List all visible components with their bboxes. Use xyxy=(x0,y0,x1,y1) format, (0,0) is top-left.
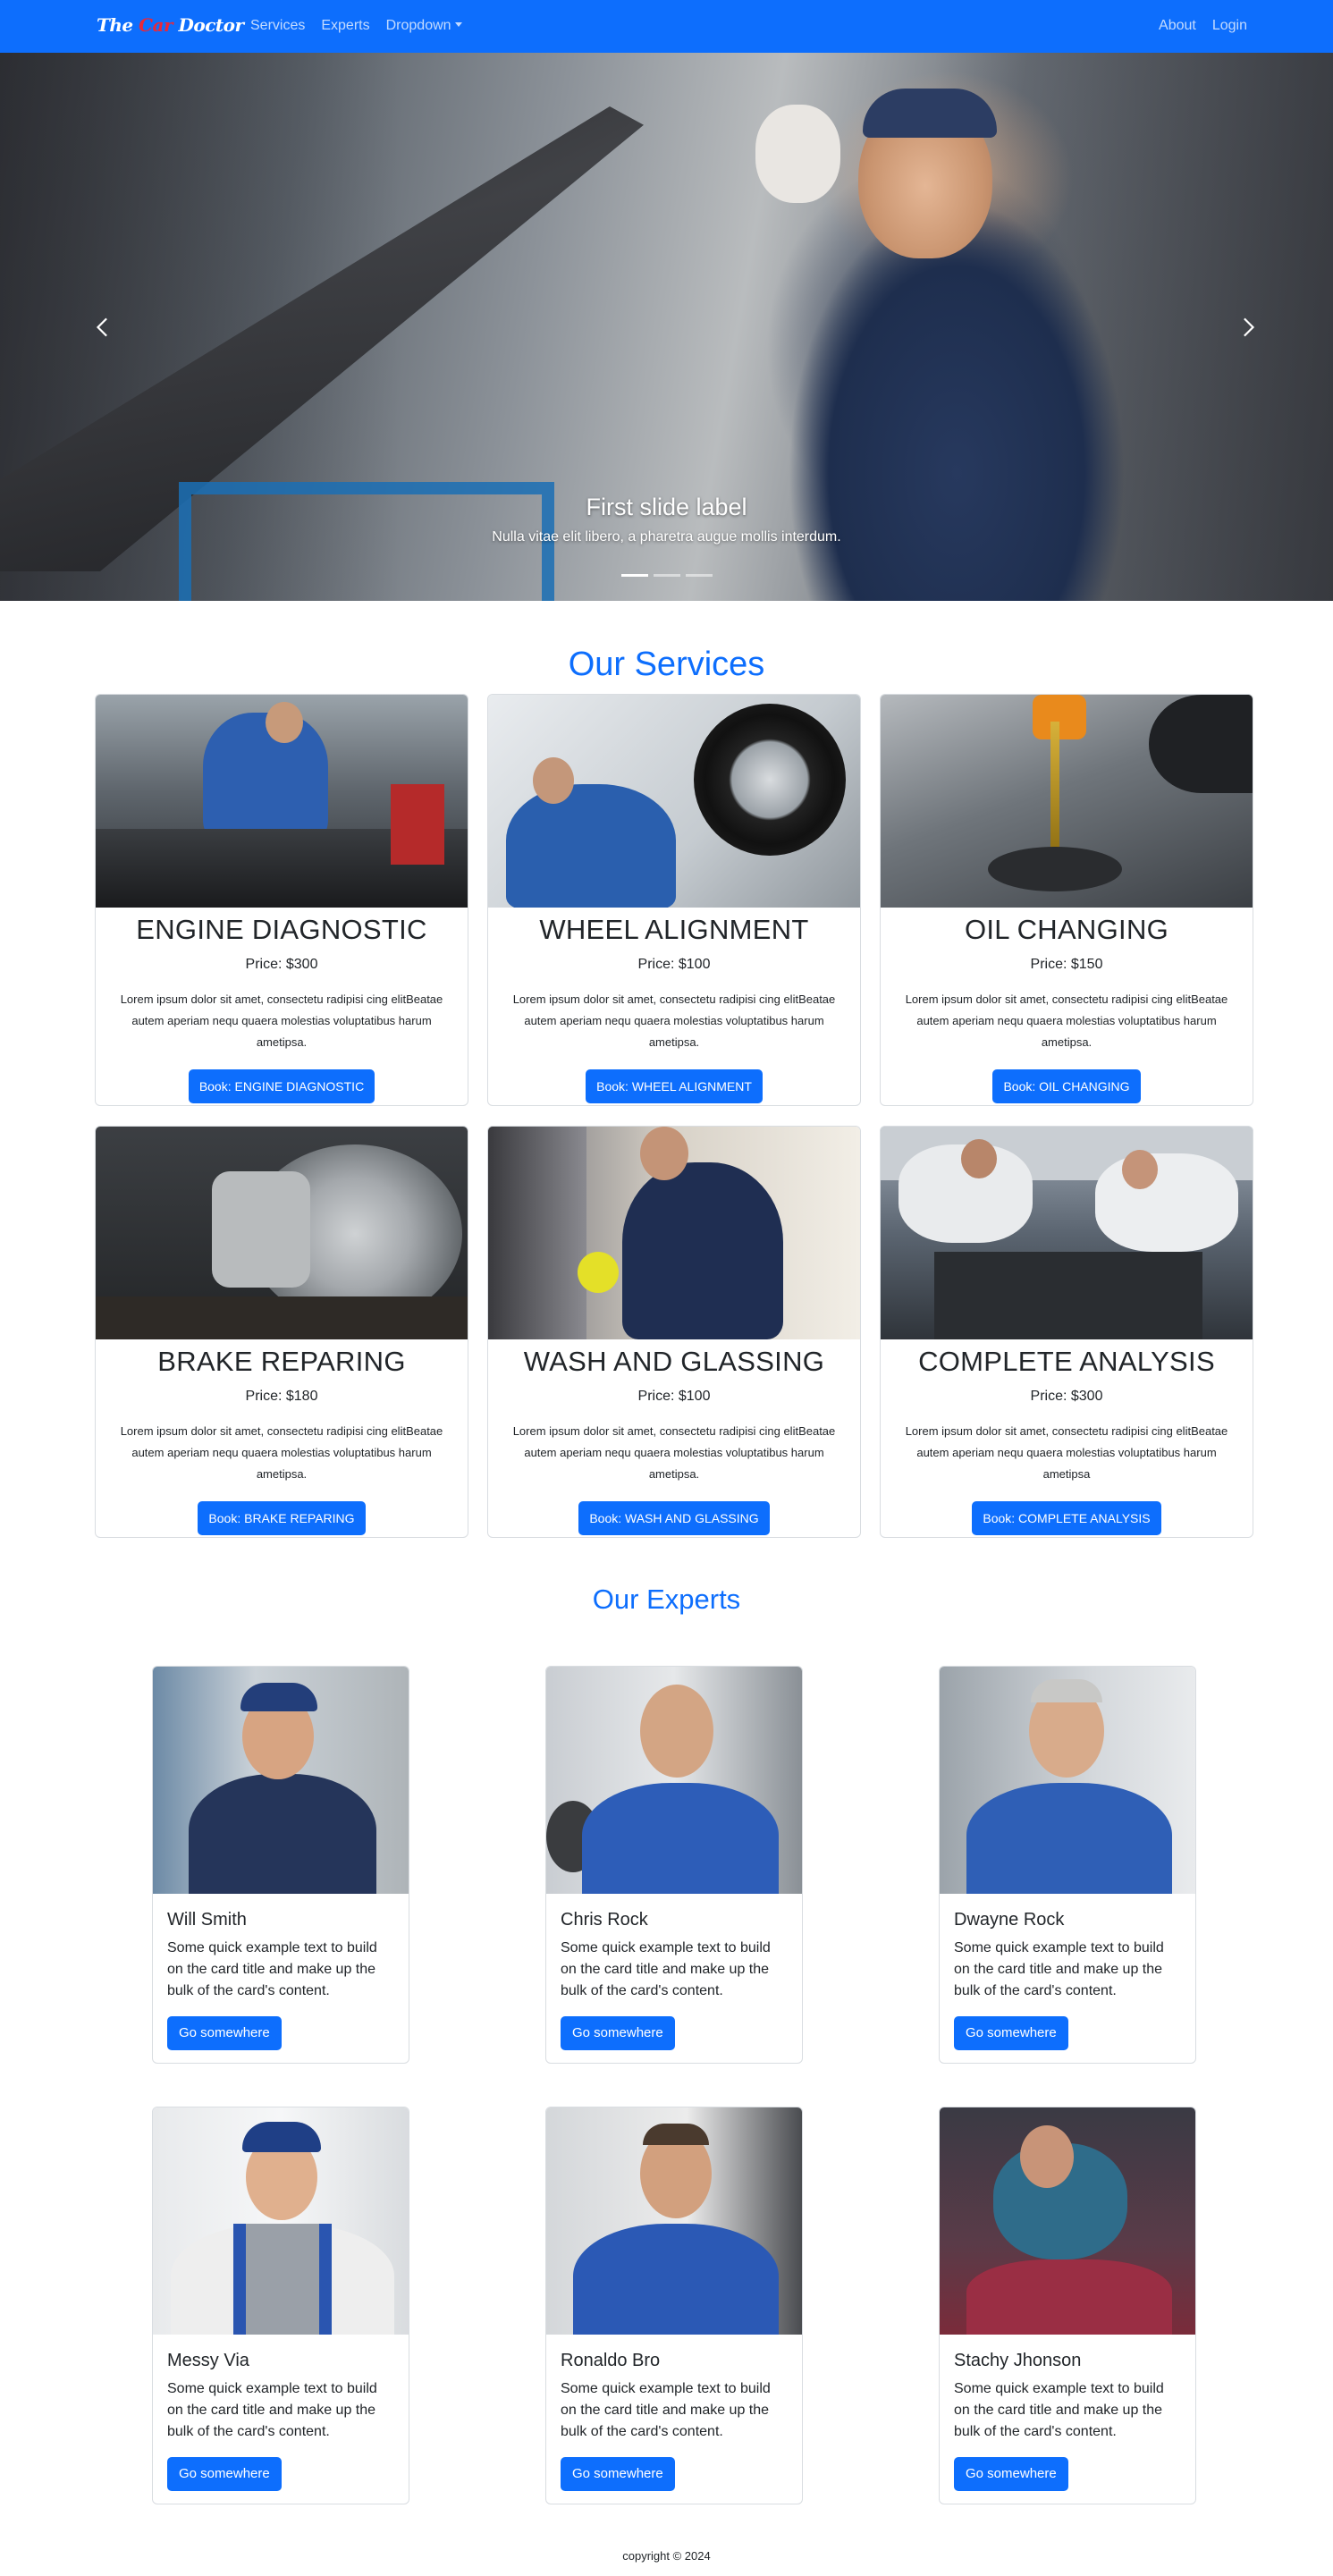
expert-description: Some quick example text to build on the … xyxy=(561,1940,771,1998)
service-name: COMPLETE ANALYSIS xyxy=(918,1346,1215,1377)
service-description: Lorem ipsum dolor sit amet, consectetu r… xyxy=(905,1424,1228,1482)
expert-photo xyxy=(940,2107,1195,2335)
service-name: OIL CHANGING xyxy=(964,914,1169,945)
service-description: Lorem ipsum dolor sit amet, consectetu r… xyxy=(512,1424,836,1482)
expert-description: Some quick example text to build on the … xyxy=(954,1940,1164,1998)
service-card: COMPLETE ANALYSIS Price: $300 Lorem ipsu… xyxy=(880,1126,1253,1538)
service-image-brake xyxy=(96,1127,468,1339)
carousel-indicators xyxy=(0,574,1333,577)
service-name: ENGINE DIAGNOSTIC xyxy=(136,914,427,945)
service-price: Price: $100 xyxy=(637,1389,711,1405)
service-image-wash xyxy=(488,1127,860,1339)
book-service-button[interactable]: Book: WASH AND GLASSING xyxy=(578,1501,770,1536)
brand-logo[interactable]: The Car Doctor xyxy=(97,14,244,36)
nav-link-about[interactable]: About xyxy=(1159,18,1196,34)
service-image-analysis xyxy=(881,1127,1253,1339)
services-grid: ENGINE DIAGNOSTIC Price: $300 Lorem ipsu… xyxy=(95,694,1253,1538)
caret-down-icon xyxy=(454,22,462,27)
service-card: BRAKE REPARING Price: $180 Lorem ipsum d… xyxy=(95,1126,468,1538)
expert-card: Dwayne Rock Some quick example text to b… xyxy=(939,1666,1196,2064)
nav-links-right: About Login xyxy=(1143,18,1247,34)
service-name: WASH AND GLASSING xyxy=(523,1346,825,1377)
footer-copyright: copyright © 2024 xyxy=(622,2549,711,2563)
service-price: Price: $300 xyxy=(245,957,318,973)
slide-image-mechanic-cap xyxy=(863,89,997,138)
carousel-indicator-3[interactable] xyxy=(685,574,713,577)
expert-photo xyxy=(153,2107,409,2335)
navbar: The Car Doctor Services Experts Dropdown… xyxy=(0,0,1333,53)
nav-link-services[interactable]: Services xyxy=(250,18,305,34)
go-somewhere-button[interactable]: Go somewhere xyxy=(167,2016,282,2050)
expert-photo xyxy=(153,1667,409,1894)
expert-card: Ronaldo Bro Some quick example text to b… xyxy=(545,2107,803,2504)
expert-card: Will Smith Some quick example text to bu… xyxy=(152,1666,409,2064)
service-name: BRAKE REPARING xyxy=(157,1346,406,1377)
brand-text-doctor: Doctor xyxy=(173,14,245,36)
expert-photo xyxy=(546,1667,802,1894)
experts-heading: Our Experts xyxy=(592,1584,741,1615)
chevron-right-icon xyxy=(1244,317,1255,336)
expert-name: Dwayne Rock xyxy=(954,1910,1065,1930)
brand-text-car: Car xyxy=(139,14,173,36)
service-name: WHEEL ALIGNMENT xyxy=(539,914,809,945)
book-service-button[interactable]: Book: ENGINE DIAGNOSTIC xyxy=(188,1069,375,1104)
go-somewhere-button[interactable]: Go somewhere xyxy=(954,2457,1068,2491)
service-card: OIL CHANGING Price: $150 Lorem ipsum dol… xyxy=(880,694,1253,1106)
service-price: Price: $300 xyxy=(1030,1389,1103,1405)
nav-dropdown-label: Dropdown xyxy=(385,18,451,33)
slide-image-mechanic-glove xyxy=(755,105,840,203)
expert-description: Some quick example text to build on the … xyxy=(561,2381,771,2439)
book-service-button[interactable]: Book: BRAKE REPARING xyxy=(198,1501,366,1536)
experts-grid: Will Smith Some quick example text to bu… xyxy=(152,1666,1197,2504)
service-description: Lorem ipsum dolor sit amet, consectetu r… xyxy=(120,1424,443,1482)
expert-name: Will Smith xyxy=(167,1910,247,1930)
book-service-button[interactable]: Book: COMPLETE ANALYSIS xyxy=(972,1501,1161,1536)
book-service-button[interactable]: Book: WHEEL ALIGNMENT xyxy=(586,1069,763,1104)
carousel-indicator-1[interactable] xyxy=(620,574,648,577)
expert-photo xyxy=(940,1667,1195,1894)
go-somewhere-button[interactable]: Go somewhere xyxy=(561,2016,675,2050)
service-description: Lorem ipsum dolor sit amet, consectetu r… xyxy=(905,992,1228,1050)
service-card: WASH AND GLASSING Price: $100 Lorem ipsu… xyxy=(487,1126,861,1538)
service-image-oil xyxy=(881,695,1253,908)
expert-name: Stachy Jhonson xyxy=(954,2351,1082,2370)
expert-card: Chris Rock Some quick example text to bu… xyxy=(545,1666,803,2064)
expert-card: Messy Via Some quick example text to bui… xyxy=(152,2107,409,2504)
chevron-left-icon xyxy=(96,317,107,336)
expert-photo xyxy=(546,2107,802,2335)
nav-link-login[interactable]: Login xyxy=(1212,18,1247,34)
carousel-caption: First slide label Nulla vitae elit liber… xyxy=(0,490,1333,545)
service-card: ENGINE DIAGNOSTIC Price: $300 Lorem ipsu… xyxy=(95,694,468,1106)
service-card: WHEEL ALIGNMENT Price: $100 Lorem ipsum … xyxy=(487,694,861,1106)
expert-description: Some quick example text to build on the … xyxy=(167,2381,377,2439)
go-somewhere-button[interactable]: Go somewhere xyxy=(561,2457,675,2491)
expert-name: Chris Rock xyxy=(561,1910,648,1930)
carousel-caption-text: Nulla vitae elit libero, a pharetra augu… xyxy=(492,529,841,545)
brand-text-the: The xyxy=(97,14,139,36)
service-price: Price: $150 xyxy=(1030,957,1103,973)
carousel-indicator-2[interactable] xyxy=(653,574,680,577)
go-somewhere-button[interactable]: Go somewhere xyxy=(954,2016,1068,2050)
services-heading: Our Services xyxy=(568,646,765,683)
nav-links-left: Services Experts Dropdown xyxy=(250,18,478,34)
expert-description: Some quick example text to build on the … xyxy=(167,1940,377,1998)
service-price: Price: $100 xyxy=(637,957,711,973)
service-image-engine xyxy=(96,695,468,908)
expert-name: Ronaldo Bro xyxy=(561,2351,661,2370)
expert-description: Some quick example text to build on the … xyxy=(954,2381,1164,2439)
nav-dropdown-toggle[interactable]: Dropdown xyxy=(386,18,462,34)
go-somewhere-button[interactable]: Go somewhere xyxy=(167,2457,282,2491)
nav-link-experts[interactable]: Experts xyxy=(321,18,369,34)
service-price: Price: $180 xyxy=(245,1389,318,1405)
service-description: Lorem ipsum dolor sit amet, consectetu r… xyxy=(512,992,836,1050)
service-image-wheel xyxy=(488,695,860,908)
service-description: Lorem ipsum dolor sit amet, consectetu r… xyxy=(120,992,443,1050)
carousel-caption-title: First slide label xyxy=(586,494,747,520)
book-service-button[interactable]: Book: OIL CHANGING xyxy=(992,1069,1141,1104)
expert-card: Stachy Jhonson Some quick example text t… xyxy=(939,2107,1196,2504)
expert-name: Messy Via xyxy=(167,2351,249,2370)
